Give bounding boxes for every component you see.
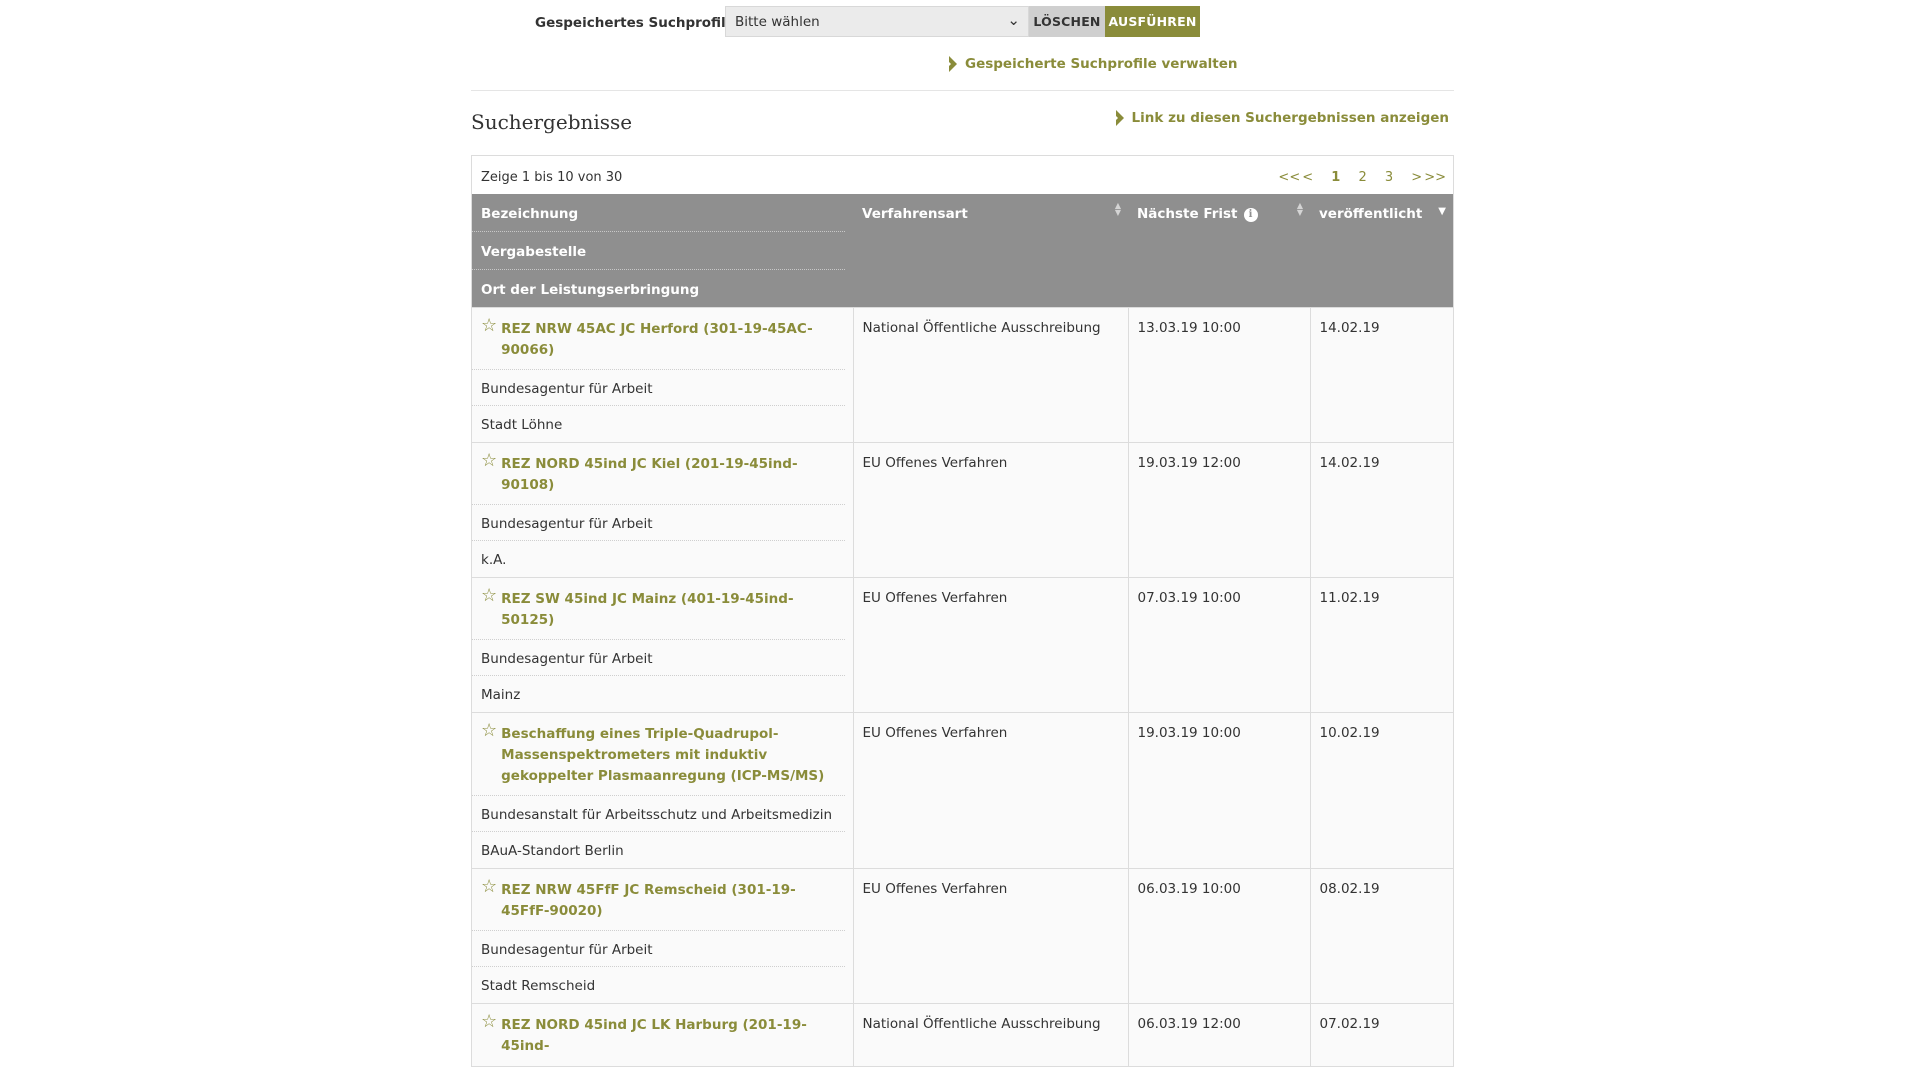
column-header-verfahrensart-label: Verfahrensart bbox=[862, 206, 968, 222]
table-row: ☆ REZ SW 45ind JC Mainz (401-19-45ind-50… bbox=[472, 577, 1453, 713]
pager-next[interactable]: > bbox=[1411, 170, 1422, 185]
sort-icon: ▲ ▼ bbox=[1114, 201, 1121, 217]
tender-verfahrensart: EU Offenes Verfahren bbox=[862, 590, 1008, 606]
tender-ort: Mainz bbox=[481, 687, 521, 703]
tender-title-link[interactable]: Beschaffung eines Triple-Quadrupol-Masse… bbox=[501, 724, 835, 787]
tender-verfahrensart: National Öffentliche Ausschreibung bbox=[862, 320, 1101, 336]
star-icon[interactable]: ☆ bbox=[481, 452, 497, 470]
tender-frist: 19.03.19 10:00 bbox=[1137, 725, 1241, 741]
arrow-right-icon bbox=[946, 56, 957, 72]
tender-frist: 19.03.19 12:00 bbox=[1137, 455, 1241, 471]
tender-frist: 13.03.19 10:00 bbox=[1137, 320, 1241, 336]
tender-title-link[interactable]: REZ NORD 45ind JC Kiel (201-19-45ind-901… bbox=[501, 454, 835, 496]
column-header-ort-label: Ort der Leistungserbringung bbox=[481, 282, 700, 298]
table-row: ☆ REZ NORD 45ind JC LK Harburg (201-19-4… bbox=[472, 1003, 1453, 1066]
tender-verfahrensart: National Öffentliche Ausschreibung bbox=[862, 1016, 1101, 1032]
results-title: Suchergebnisse bbox=[471, 110, 633, 134]
table-row: ☆ Beschaffung eines Triple-Quadrupol-Mas… bbox=[472, 712, 1453, 869]
column-header-bezeichnung-label: Bezeichnung bbox=[472, 194, 845, 232]
column-header-veroeffentlicht[interactable]: veröffentlicht ▼ bbox=[1310, 194, 1453, 308]
divider bbox=[471, 90, 1454, 91]
tender-frist: 06.03.19 10:00 bbox=[1137, 881, 1241, 897]
tender-ort: Stadt Remscheid bbox=[481, 978, 596, 994]
tender-veroeffentlicht: 14.02.19 bbox=[1319, 455, 1380, 471]
sort-desc-icon: ▼ bbox=[1438, 206, 1446, 217]
saved-profile-label: Gespeichertes Suchprofil bbox=[535, 15, 726, 31]
star-icon[interactable]: ☆ bbox=[481, 722, 497, 740]
saved-profile-bar: Gespeichertes Suchprofil Bitte wählen ⌄ … bbox=[471, 6, 1454, 38]
tender-veroeffentlicht: 10.02.19 bbox=[1319, 725, 1380, 741]
tender-verfahrensart: EU Offenes Verfahren bbox=[862, 881, 1008, 897]
pager-row: Zeige 1 bis 10 von 30 << < 1 2 3 > >> bbox=[472, 156, 1453, 194]
tender-title-link[interactable]: REZ NRW 45AC JC Herford (301-19-45AC-900… bbox=[501, 319, 835, 361]
info-icon[interactable]: i bbox=[1243, 208, 1258, 222]
pager-last[interactable]: >> bbox=[1424, 170, 1446, 185]
tender-vergabestelle: Bundesagentur für Arbeit bbox=[472, 370, 845, 406]
pager-page-3[interactable]: 3 bbox=[1385, 170, 1393, 185]
run-profile-button[interactable]: AUSFÜHREN bbox=[1105, 6, 1200, 37]
results-table-header: Bezeichnung Vergabestelle Ort der Leistu… bbox=[472, 194, 1453, 308]
pagination: << < 1 2 3 > >> bbox=[1270, 170, 1446, 185]
tender-veroeffentlicht: 07.02.19 bbox=[1319, 1016, 1380, 1032]
results-table: Bezeichnung Vergabestelle Ort der Leistu… bbox=[472, 194, 1453, 1066]
results-table-box: Zeige 1 bis 10 von 30 << < 1 2 3 > >> Be… bbox=[471, 155, 1454, 1067]
tender-veroeffentlicht: 08.02.19 bbox=[1319, 881, 1380, 897]
tender-vergabestelle: Bundesagentur für Arbeit bbox=[472, 931, 845, 967]
pager-page-2[interactable]: 2 bbox=[1358, 170, 1366, 185]
tender-ort: k.A. bbox=[481, 552, 507, 568]
tender-ort: Stadt Löhne bbox=[481, 417, 563, 433]
results-permalink[interactable]: Link zu diesen Suchergebnissen anzeigen bbox=[1112, 110, 1449, 126]
column-header-bezeichnung[interactable]: Bezeichnung Vergabestelle Ort der Leistu… bbox=[472, 194, 853, 308]
tender-title-link[interactable]: REZ NRW 45FfF JC Remscheid (301-19-45FfF… bbox=[501, 880, 835, 922]
pager-page-1[interactable]: 1 bbox=[1331, 170, 1340, 185]
tender-vergabestelle: Bundesagentur für Arbeit bbox=[472, 505, 845, 541]
tender-title-link[interactable]: REZ SW 45ind JC Mainz (401-19-45ind-5012… bbox=[501, 589, 835, 631]
tender-ort: BAuA-Standort Berlin bbox=[481, 843, 624, 859]
pager-info: Zeige 1 bis 10 von 30 bbox=[481, 170, 623, 185]
arrow-right-icon bbox=[1112, 110, 1124, 126]
tender-vergabestelle: Bundesagentur für Arbeit bbox=[472, 640, 845, 676]
column-header-veroeffentlicht-label: veröffentlicht bbox=[1319, 206, 1423, 222]
saved-profile-select[interactable]: Bitte wählen ⌄ bbox=[725, 6, 1029, 37]
chevron-down-icon: ⌄ bbox=[1007, 11, 1020, 29]
column-header-verfahrensart[interactable]: Verfahrensart ▲ ▼ bbox=[853, 194, 1128, 308]
tender-frist: 07.03.19 10:00 bbox=[1137, 590, 1241, 606]
pager-prev[interactable]: < bbox=[1302, 170, 1313, 185]
sort-icon: ▲ ▼ bbox=[1296, 201, 1303, 217]
delete-profile-button[interactable]: LÖSCHEN bbox=[1029, 6, 1105, 37]
manage-profiles-link[interactable]: Gespeicherte Suchprofile verwalten bbox=[946, 56, 1238, 72]
column-header-vergabestelle-label: Vergabestelle bbox=[472, 232, 845, 270]
pager-first[interactable]: << bbox=[1278, 170, 1300, 185]
tender-verfahrensart: EU Offenes Verfahren bbox=[862, 455, 1008, 471]
tender-veroeffentlicht: 11.02.19 bbox=[1319, 590, 1380, 606]
star-icon[interactable]: ☆ bbox=[481, 1013, 497, 1031]
column-header-frist[interactable]: Nächste Frist i ▲ ▼ bbox=[1128, 194, 1310, 308]
column-header-frist-label: Nächste Frist bbox=[1137, 206, 1238, 222]
tender-frist: 06.03.19 12:00 bbox=[1137, 1016, 1241, 1032]
star-icon[interactable]: ☆ bbox=[481, 587, 497, 605]
table-row: ☆ REZ NRW 45FfF JC Remscheid (301-19-45F… bbox=[472, 868, 1453, 1004]
star-icon[interactable]: ☆ bbox=[481, 317, 497, 335]
tender-vergabestelle: Bundesanstalt für Arbeitsschutz und Arbe… bbox=[472, 796, 845, 832]
tender-title-link[interactable]: REZ NORD 45ind JC LK Harburg (201-19-45i… bbox=[501, 1015, 835, 1057]
table-row: ☆ REZ NRW 45AC JC Herford (301-19-45AC-9… bbox=[472, 307, 1453, 443]
star-icon[interactable]: ☆ bbox=[481, 878, 497, 896]
tender-veroeffentlicht: 14.02.19 bbox=[1319, 320, 1380, 336]
manage-profiles-link-label: Gespeicherte Suchprofile verwalten bbox=[965, 56, 1238, 72]
saved-profile-select-value: Bitte wählen bbox=[735, 14, 820, 30]
table-row: ☆ REZ NORD 45ind JC Kiel (201-19-45ind-9… bbox=[472, 442, 1453, 578]
results-permalink-label: Link zu diesen Suchergebnissen anzeigen bbox=[1131, 110, 1449, 126]
tender-verfahrensart: EU Offenes Verfahren bbox=[862, 725, 1008, 741]
